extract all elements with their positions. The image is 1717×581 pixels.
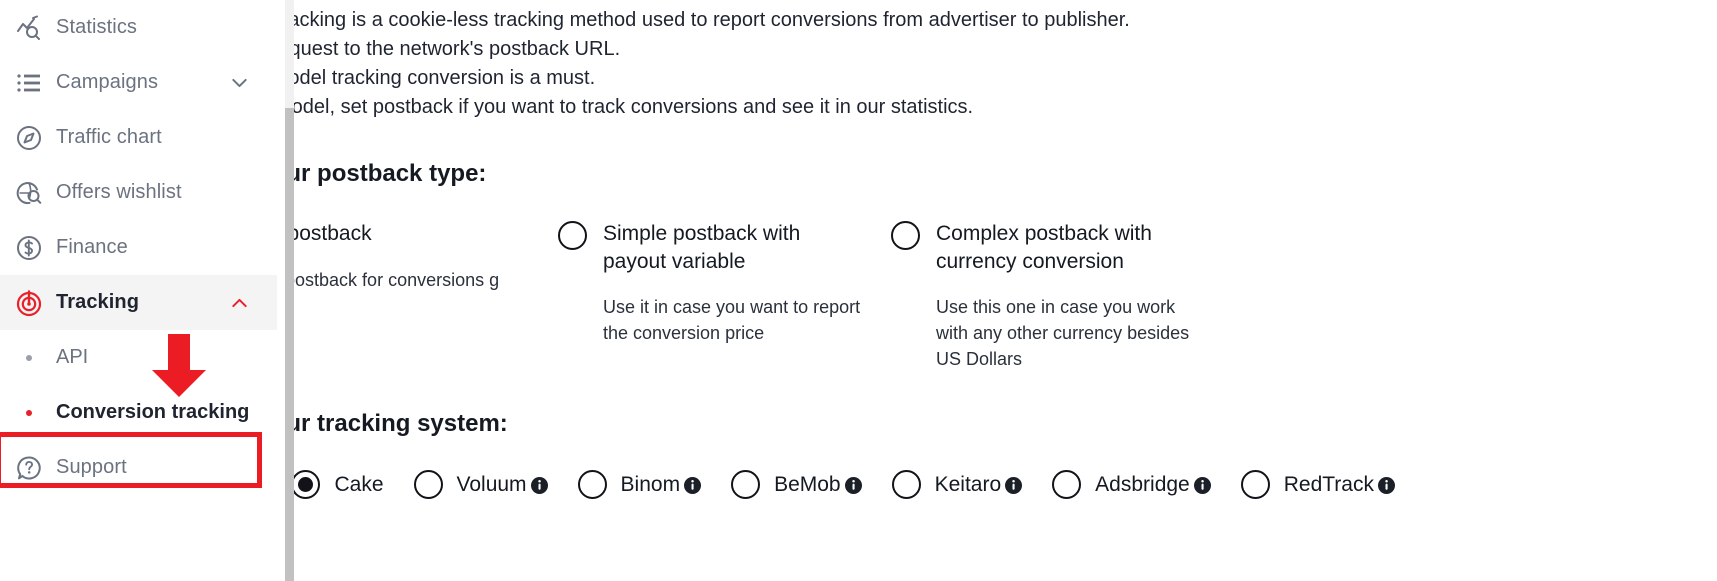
bullet-gray-icon bbox=[12, 341, 46, 375]
sidebar: Statistics Campaigns Traffic chart Offer… bbox=[0, 0, 277, 581]
sidebar-item-label: Traffic chart bbox=[56, 126, 162, 148]
tracking-radio-adsbridge[interactable] bbox=[1052, 470, 1082, 499]
tracking-system-options: ffers Cake Voluum Binom bbox=[294, 470, 1717, 499]
intro-text-block: erver tracking is a cookie-less tracking… bbox=[294, 0, 1717, 122]
main-content: erver tracking is a cookie-less tracking… bbox=[294, 0, 1717, 581]
tracking-radio-keitaro[interactable] bbox=[891, 470, 921, 499]
chevron-down-icon[interactable] bbox=[232, 75, 247, 90]
tracking-option-binom[interactable]: Binom bbox=[577, 470, 702, 499]
postback-radio-simple-payout[interactable] bbox=[558, 221, 587, 250]
tracking-option-label: Cake bbox=[334, 472, 384, 496]
postback-option-title: Simple postback with payout variable bbox=[603, 222, 801, 273]
tracking-option-label: BeMob bbox=[774, 472, 841, 496]
compass-icon bbox=[12, 121, 46, 155]
tracking-radio-voluum[interactable] bbox=[413, 470, 443, 499]
chevron-up-icon[interactable] bbox=[232, 295, 247, 310]
tracking-radio-cake[interactable] bbox=[294, 470, 321, 499]
sidebar-item-label: Support bbox=[56, 456, 127, 478]
postback-option-simple-payout[interactable]: Simple postback with payout variable Use… bbox=[558, 220, 891, 372]
postback-option-simple[interactable]: e postback e postback for conversions g bbox=[294, 220, 558, 372]
sidebar-item-support[interactable]: Support bbox=[0, 440, 277, 495]
intro-line: CPM model, set postback if you want to t… bbox=[294, 96, 974, 118]
tracking-option-label: Binom bbox=[620, 472, 681, 496]
intro-line: erver tracking is a cookie-less tracking… bbox=[294, 9, 1130, 31]
content-inner: erver tracking is a cookie-less tracking… bbox=[294, 0, 1717, 499]
sidebar-item-offers-wishlist[interactable]: Offers wishlist bbox=[0, 165, 277, 220]
sidebar-subitem-api[interactable]: API bbox=[0, 330, 277, 385]
tracking-option-bemob[interactable]: BeMob bbox=[731, 470, 862, 499]
tracking-option-adsbridge[interactable]: Adsbridge bbox=[1052, 470, 1211, 499]
sidebar-item-label: Campaigns bbox=[56, 71, 159, 93]
sidebar-subitem-label: API bbox=[56, 346, 89, 368]
info-icon[interactable] bbox=[530, 477, 548, 494]
bullet-red-icon bbox=[12, 396, 46, 430]
intro-line: icing model tracking conversion is a mus… bbox=[294, 67, 596, 89]
sidebar-item-finance[interactable]: Finance bbox=[0, 220, 277, 275]
tracking-option-cake[interactable]: Cake bbox=[294, 470, 384, 499]
postback-option-complex-currency[interactable]: Complex postback with currency conversio… bbox=[891, 220, 1224, 372]
globe-search-icon bbox=[12, 176, 46, 210]
info-icon[interactable] bbox=[684, 477, 702, 494]
sidebar-subitem-conversion-tracking[interactable]: Conversion tracking bbox=[0, 385, 277, 440]
postback-type-heading: se your postback type: bbox=[294, 160, 487, 187]
sidebar-subitem-label: Conversion tracking bbox=[56, 401, 250, 423]
postback-option-title: e postback bbox=[294, 222, 372, 245]
postback-option-description: Use it in case you want to report the co… bbox=[603, 297, 861, 343]
chart-search-icon bbox=[12, 11, 46, 45]
postback-option-title: Complex postback with currency conversio… bbox=[936, 222, 1152, 273]
list-icon bbox=[12, 66, 46, 100]
postback-type-options: e postback e postback for conversions g … bbox=[294, 220, 1717, 372]
sidebar-item-label: Offers wishlist bbox=[56, 181, 182, 203]
tracking-option-redtrack[interactable]: RedTrack bbox=[1240, 470, 1395, 499]
postback-option-description: Use this one in case you work with any o… bbox=[936, 297, 1190, 369]
info-icon[interactable] bbox=[1377, 477, 1395, 494]
tracking-option-keitaro[interactable]: Keitaro bbox=[891, 470, 1023, 499]
sidebar-item-label: Finance bbox=[56, 236, 128, 258]
sidebar-item-label: Statistics bbox=[56, 16, 138, 38]
scrollbar-thumb[interactable] bbox=[285, 108, 294, 581]
tracking-radio-redtrack[interactable] bbox=[1240, 470, 1270, 499]
sidebar-item-campaigns[interactable]: Campaigns bbox=[0, 55, 277, 110]
postback-option-description: e postback for conversions g bbox=[294, 270, 500, 290]
target-icon bbox=[12, 286, 46, 320]
tracking-radio-binom[interactable] bbox=[577, 470, 607, 499]
tracking-option-label: Voluum bbox=[456, 472, 527, 496]
tracking-option-label: RedTrack bbox=[1283, 472, 1374, 496]
dollar-circle-icon bbox=[12, 231, 46, 265]
tracking-option-label: Keitaro bbox=[934, 472, 1002, 496]
tracking-option-voluum[interactable]: Voluum bbox=[413, 470, 548, 499]
app-root: Statistics Campaigns Traffic chart Offer… bbox=[0, 0, 1717, 581]
sidebar-item-tracking[interactable]: Tracking bbox=[0, 275, 277, 330]
postback-radio-complex-currency[interactable] bbox=[891, 221, 920, 250]
info-icon[interactable] bbox=[1193, 477, 1211, 494]
info-icon[interactable] bbox=[844, 477, 862, 494]
intro-line: ecial request to the network's postback … bbox=[294, 38, 621, 60]
help-circle-icon bbox=[12, 451, 46, 485]
tracking-system-heading: se your tracking system: bbox=[294, 410, 508, 437]
sidebar-item-statistics[interactable]: Statistics bbox=[0, 0, 277, 55]
sidebar-item-traffic-chart[interactable]: Traffic chart bbox=[0, 110, 277, 165]
sidebar-item-label: Tracking bbox=[56, 291, 140, 313]
info-icon[interactable] bbox=[1005, 477, 1023, 494]
tracking-option-label: Adsbridge bbox=[1095, 472, 1190, 496]
tracking-radio-bemob[interactable] bbox=[731, 470, 761, 499]
